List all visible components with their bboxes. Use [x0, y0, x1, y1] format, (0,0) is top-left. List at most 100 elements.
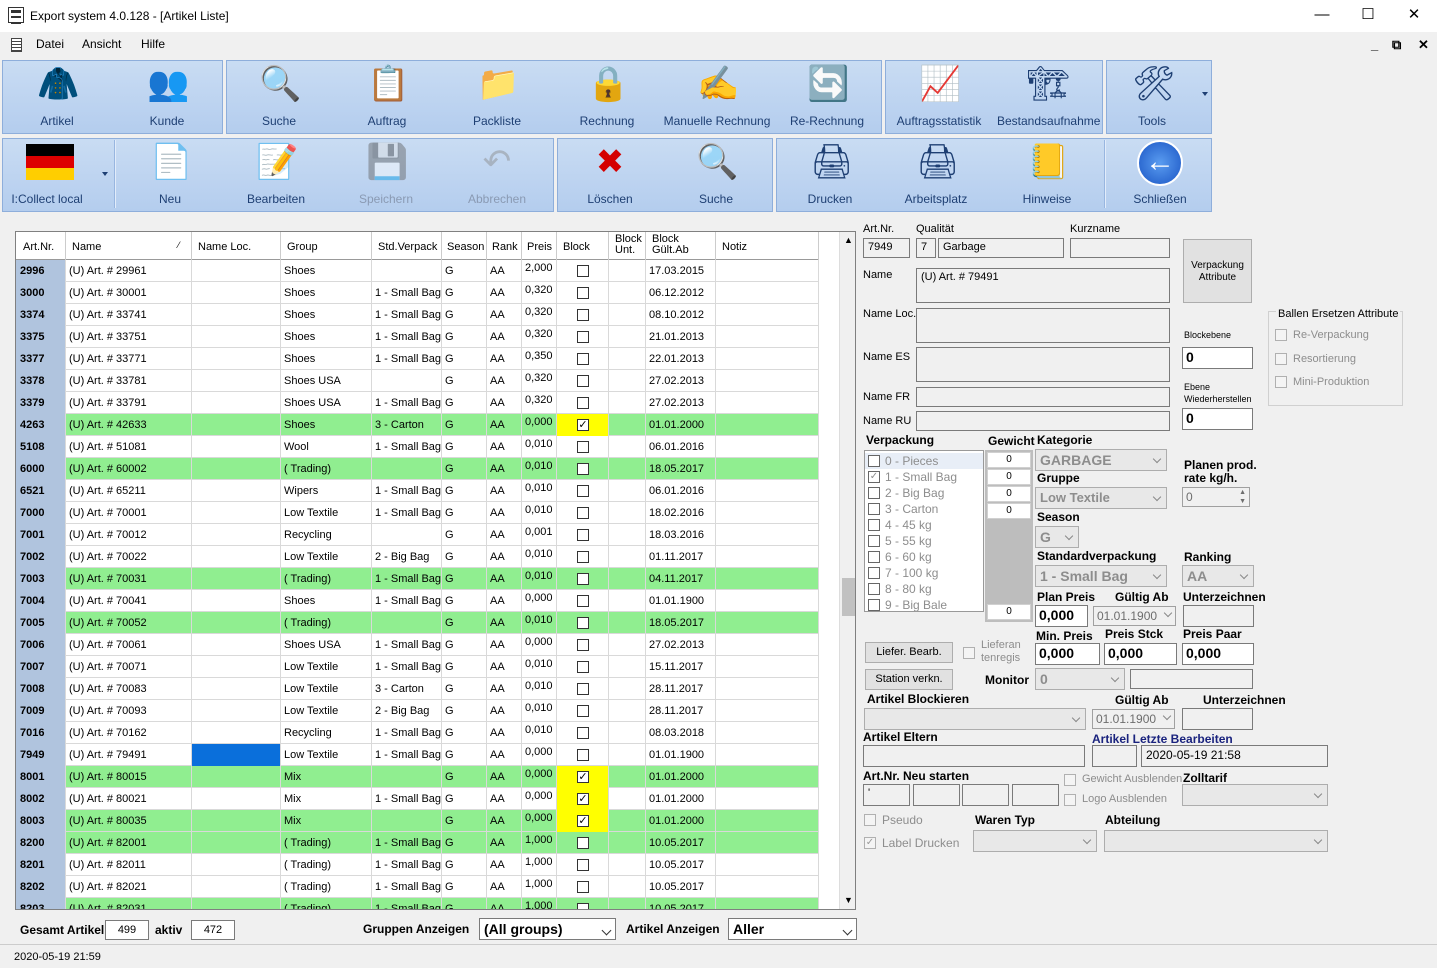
detail-qualitat-name-field[interactable]: Garbage — [938, 238, 1064, 258]
cell-preis[interactable]: 2,000 — [522, 260, 557, 282]
cell-name[interactable]: (U) Art. # 82001 — [66, 832, 192, 854]
menu-datei[interactable]: Datei — [36, 37, 64, 51]
cell-season[interactable]: G — [442, 282, 487, 304]
cell-group[interactable]: Mix — [281, 810, 372, 832]
cell-name[interactable]: (U) Art. # 80035 — [66, 810, 192, 832]
cell-season[interactable]: G — [442, 546, 487, 568]
cell-notiz[interactable] — [716, 524, 819, 546]
mdi-restore-button[interactable]: ⧉ — [1392, 37, 1401, 53]
cell-rank[interactable]: AA — [487, 546, 522, 568]
cell-rank[interactable]: AA — [487, 260, 522, 282]
block-checkbox[interactable] — [577, 617, 589, 629]
cell-std-verpack[interactable]: 1 - Small Bag — [372, 634, 442, 656]
cell-rank[interactable]: AA — [487, 392, 522, 414]
cell-preis[interactable]: 0,010 — [522, 502, 557, 524]
gueltig-ab-field[interactable]: 01.01.1900 — [1093, 606, 1176, 626]
cell-name-loc[interactable] — [192, 392, 281, 414]
cell-group[interactable]: Wool — [281, 436, 372, 458]
cell-season[interactable]: G — [442, 502, 487, 524]
table-row[interactable]: 3375 (U) Art. # 33751 Shoes 1 - Small Bag G A… — [16, 326, 819, 348]
scroll-down-icon[interactable]: ▼ — [844, 895, 853, 905]
cell-group[interactable]: Shoes — [281, 282, 372, 304]
cell-name[interactable]: (U) Art. # 60002 — [66, 458, 192, 480]
cell-season[interactable]: G — [442, 590, 487, 612]
cell-name-loc[interactable] — [192, 524, 281, 546]
cell-name[interactable]: (U) Art. # 33751 — [66, 326, 192, 348]
verpackung-item-checkbox[interactable] — [868, 519, 880, 531]
cell-std-verpack[interactable]: 1 - Small Bag — [372, 436, 442, 458]
block-checkbox[interactable] — [577, 727, 589, 739]
cell-block-unt[interactable] — [609, 854, 646, 876]
detail-kurzname-field[interactable] — [1070, 238, 1170, 258]
cell-rank[interactable]: AA — [487, 898, 522, 909]
cell-art-nr[interactable]: 7007 — [16, 656, 66, 678]
cell-std-verpack[interactable]: 3 - Carton — [372, 414, 442, 436]
table-row[interactable]: 6000 (U) Art. # 60002 ( Trading) G AA 0,010 18… — [16, 458, 819, 480]
table-row[interactable]: 7009 (U) Art. # 70093 Low Textile 2 - Big B… — [16, 700, 819, 722]
cell-block-unt[interactable] — [609, 678, 646, 700]
cell-notiz[interactable] — [716, 414, 819, 436]
cell-art-nr[interactable]: 8001 — [16, 766, 66, 788]
block-checkbox[interactable] — [577, 309, 589, 321]
cell-notiz[interactable] — [716, 326, 819, 348]
cell-preis[interactable]: 0,000 — [522, 634, 557, 656]
gewicht-value[interactable]: 0 — [987, 469, 1031, 485]
detail-name-ru-field[interactable] — [916, 411, 1170, 431]
cell-block[interactable] — [557, 480, 609, 502]
cell-std-verpack[interactable]: 1 - Small Bag — [372, 722, 442, 744]
cell-block-gueltig-ab[interactable]: 01.01.1900 — [646, 744, 716, 766]
cell-block[interactable] — [557, 678, 609, 700]
cell-preis[interactable]: 0,010 — [522, 568, 557, 590]
cell-name[interactable]: (U) Art. # 51081 — [66, 436, 192, 458]
spinner-icon[interactable]: ▲ ▼ — [1239, 488, 1246, 506]
cell-name-loc[interactable] — [192, 634, 281, 656]
cell-name-loc[interactable] — [192, 458, 281, 480]
verpackung-item-checkbox[interactable]: ✓ — [868, 471, 880, 483]
ranking-select[interactable]: AA — [1182, 565, 1254, 587]
header-group[interactable]: Group — [281, 232, 372, 260]
cell-name-loc[interactable] — [192, 370, 281, 392]
cell-preis[interactable]: 1,000 — [522, 876, 557, 898]
cell-rank[interactable]: AA — [487, 590, 522, 612]
cell-season[interactable]: G — [442, 304, 487, 326]
cell-season[interactable]: G — [442, 656, 487, 678]
cell-block-gueltig-ab[interactable]: 27.02.2013 — [646, 634, 716, 656]
table-row[interactable]: 8200 (U) Art. # 82001 ( Trading) 1 - Small … — [16, 832, 819, 854]
cell-block[interactable] — [557, 568, 609, 590]
cell-block-gueltig-ab[interactable]: 01.01.1900 — [646, 590, 716, 612]
cell-block-gueltig-ab[interactable]: 10.05.2017 — [646, 898, 716, 909]
cell-notiz[interactable] — [716, 678, 819, 700]
cell-rank[interactable]: AA — [487, 326, 522, 348]
block-checkbox[interactable] — [577, 595, 589, 607]
table-row[interactable]: 3377 (U) Art. # 33771 Shoes 1 - Small Bag G A… — [16, 348, 819, 370]
article-grid[interactable]: Art.Nr. Name ⁄ Name Loc. Group Std.Verpac… — [15, 231, 856, 910]
cell-rank[interactable]: AA — [487, 854, 522, 876]
blockebene-field[interactable]: 0 — [1182, 347, 1253, 369]
cell-preis[interactable]: 0,320 — [522, 304, 557, 326]
cell-preis[interactable]: 0,350 — [522, 348, 557, 370]
cell-group[interactable]: ( Trading) — [281, 854, 372, 876]
block-checkbox[interactable] — [577, 859, 589, 871]
cell-art-nr[interactable]: 8200 — [16, 832, 66, 854]
cell-std-verpack[interactable]: 2 - Big Bag — [372, 546, 442, 568]
cell-std-verpack[interactable]: 1 - Small Bag — [372, 788, 442, 810]
header-art-nr[interactable]: Art.Nr. — [16, 232, 66, 260]
verpackung-item[interactable]: 8 - 80 kg — [865, 581, 983, 597]
cell-block-unt[interactable] — [609, 876, 646, 898]
cell-notiz[interactable] — [716, 282, 819, 304]
block-checkbox[interactable] — [577, 705, 589, 717]
block-checkbox[interactable] — [577, 551, 589, 563]
cell-rank[interactable]: AA — [487, 502, 522, 524]
cell-art-nr[interactable]: 8203 — [16, 898, 66, 909]
cell-art-nr[interactable]: 7004 — [16, 590, 66, 612]
cell-preis[interactable]: 0,320 — [522, 326, 557, 348]
cell-rank[interactable]: AA — [487, 436, 522, 458]
cell-season[interactable]: G — [442, 898, 487, 909]
cell-block-gueltig-ab[interactable]: 06.01.2016 — [646, 436, 716, 458]
re-verpackung-checkbox[interactable] — [1275, 329, 1287, 341]
artnr-neu-starten-field-1[interactable]: ' — [863, 784, 910, 806]
verpackung-item[interactable]: 0 - Pieces — [865, 453, 983, 469]
cell-block[interactable] — [557, 744, 609, 766]
cell-rank[interactable]: AA — [487, 766, 522, 788]
table-row[interactable]: 6521 (U) Art. # 65211 Wipers 1 - Small Bag G… — [16, 480, 819, 502]
